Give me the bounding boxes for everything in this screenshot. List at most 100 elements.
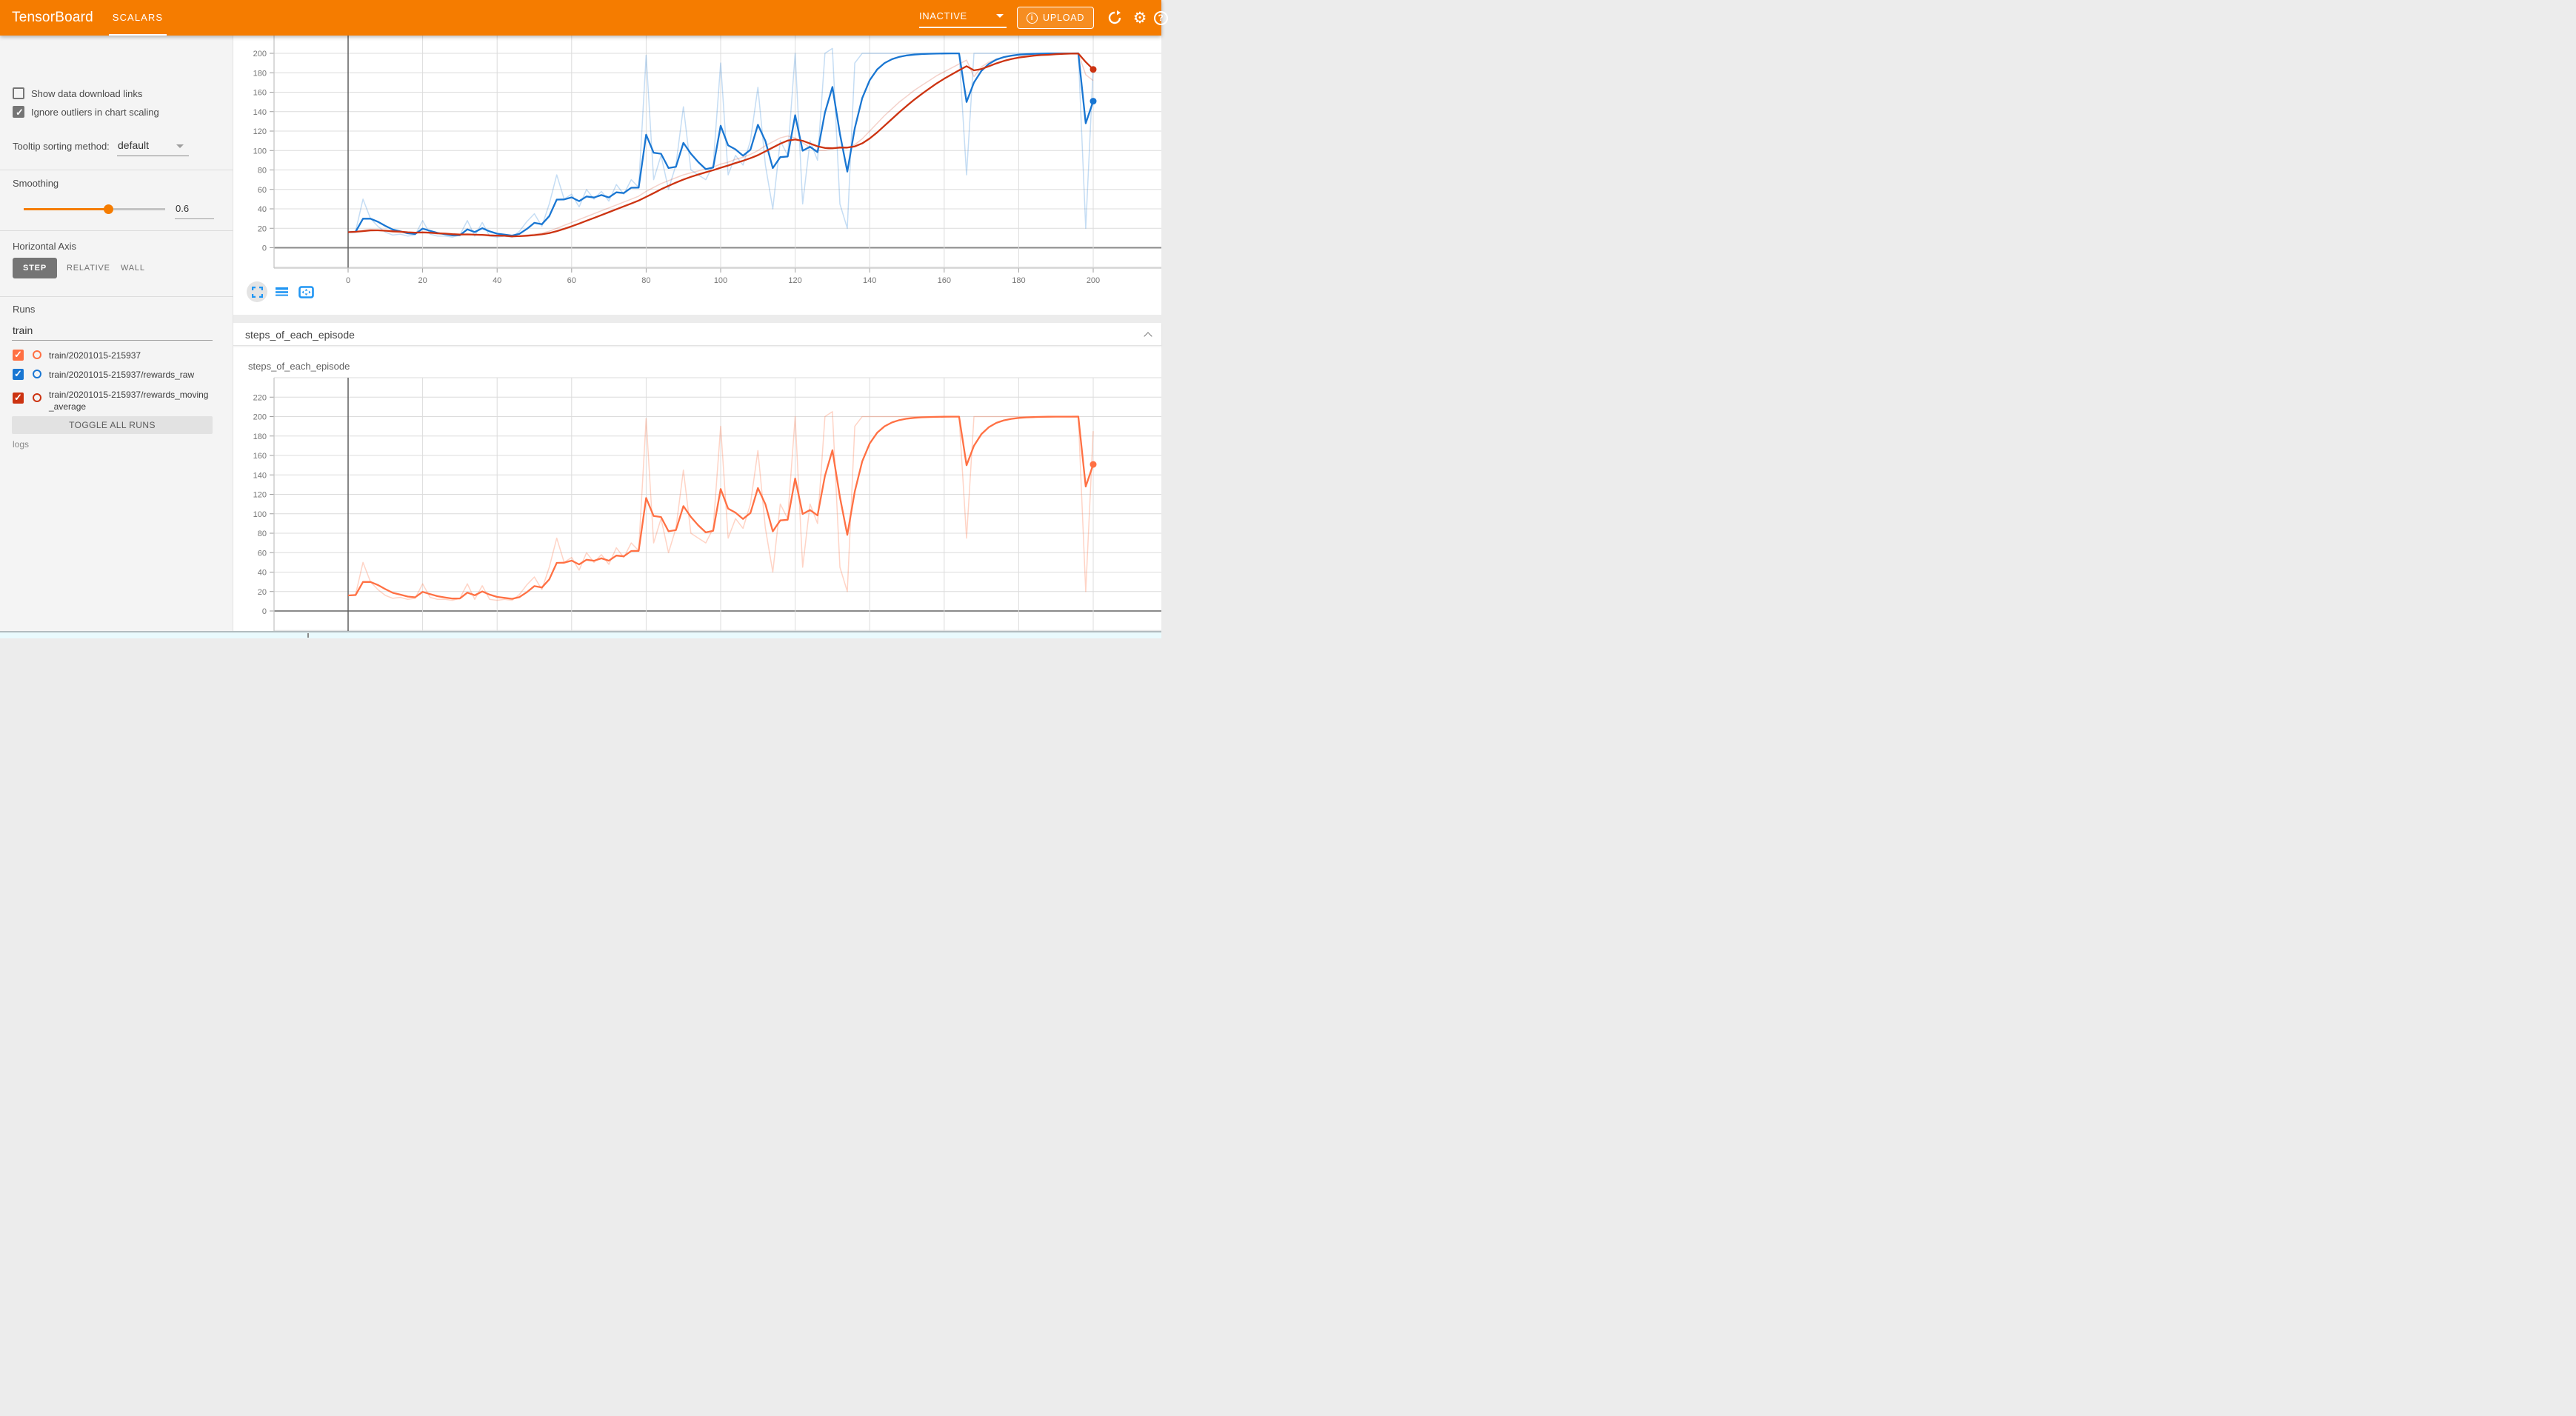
chart-toolbar	[247, 281, 316, 302]
run-color-circle	[33, 350, 41, 359]
tensorboard-app: TensorBoard SCALARS INACTIVE i UPLOAD ⚙ …	[0, 0, 1161, 638]
run-color-circle	[33, 393, 41, 402]
svg-text:100: 100	[253, 510, 267, 519]
app-header: TensorBoard SCALARS INACTIVE i UPLOAD ⚙ …	[0, 0, 1161, 36]
app-title: TensorBoard	[12, 0, 93, 36]
run-checkbox[interactable]: ✓	[13, 393, 24, 404]
svg-text:180: 180	[253, 69, 267, 78]
svg-text:120: 120	[253, 491, 267, 500]
rewards-chart[interactable]: 0 20 40 60 80 100 120 140 160 180 200 0 20 40 60 80 100 1…	[233, 36, 1161, 315]
svg-text:60: 60	[258, 549, 267, 558]
checkbox-show-download-links[interactable]	[13, 87, 24, 99]
tooltip-sort-label: Tooltip sorting method:	[13, 141, 110, 152]
run-color-circle	[33, 370, 41, 378]
svg-text:20: 20	[418, 276, 427, 285]
horizontal-axis-label: Horizontal Axis	[13, 241, 76, 252]
data-table-icon[interactable]	[271, 281, 292, 302]
help-question-glyph: ?	[1154, 11, 1168, 25]
status-dropdown-underline	[919, 27, 1007, 28]
svg-text:140: 140	[253, 471, 267, 480]
svg-text:120: 120	[788, 276, 801, 285]
axis-button-wall[interactable]: WALL	[121, 264, 145, 273]
smoothing-slider-fill	[24, 208, 109, 210]
svg-text:100: 100	[253, 147, 267, 156]
chevron-down-icon	[996, 14, 1004, 18]
check-icon: ✓	[16, 107, 24, 118]
svg-text:160: 160	[253, 452, 267, 461]
run-checkbox[interactable]: ✓	[13, 350, 24, 361]
tab-active-underline	[109, 34, 167, 36]
svg-text:140: 140	[863, 276, 876, 285]
smoothing-label: Smoothing	[13, 178, 59, 189]
steps-chart-card: steps_of_each_episode 020406080100120140…	[233, 346, 1161, 638]
svg-text:40: 40	[493, 276, 501, 285]
svg-text:80: 80	[258, 530, 267, 538]
section-header-steps-of-each-episode[interactable]: steps_of_each_episode	[233, 323, 1161, 346]
svg-text:80: 80	[258, 167, 267, 176]
gear-icon[interactable]: ⚙	[1130, 0, 1149, 36]
svg-text:60: 60	[567, 276, 576, 285]
upload-button[interactable]: i UPLOAD	[1017, 7, 1094, 29]
svg-text:40: 40	[258, 569, 267, 578]
checkbox-ignore-outliers-label: Ignore outliers in chart scaling	[31, 107, 159, 118]
smoothing-value-underline	[175, 218, 214, 219]
toggle-all-runs-button[interactable]: TOGGLE ALL RUNS	[12, 416, 213, 434]
svg-text:0: 0	[262, 607, 267, 616]
checkbox-ignore-outliers[interactable]: ✓	[13, 106, 24, 118]
svg-text:20: 20	[258, 224, 267, 233]
runs-label: Runs	[13, 304, 35, 315]
svg-text:100: 100	[714, 276, 727, 285]
runs-filter-underline	[12, 340, 213, 341]
upload-button-label: UPLOAD	[1043, 13, 1084, 23]
runs-filter-input[interactable]: train	[13, 324, 33, 336]
status-dropdown[interactable]: INACTIVE	[919, 0, 1007, 36]
settings-sidebar: Show data download links ✓ Ignore outlie…	[0, 36, 233, 638]
chevron-up-icon[interactable]	[1145, 332, 1152, 339]
chevron-down-icon[interactable]	[176, 144, 184, 148]
svg-text:60: 60	[258, 186, 267, 195]
svg-text:200: 200	[253, 413, 267, 422]
svg-text:160: 160	[938, 276, 951, 285]
svg-text:200: 200	[1087, 276, 1100, 285]
info-icon: i	[1027, 13, 1038, 24]
bottom-cutoff-strip	[0, 631, 1161, 638]
check-icon: ✓	[14, 392, 22, 404]
svg-text:220: 220	[253, 393, 267, 402]
svg-text:80: 80	[641, 276, 650, 285]
axis-tick	[307, 633, 309, 638]
run-label: train/20201015-215937/rewards_raw	[49, 370, 213, 381]
run-label: train/20201015-215937/rewards_moving_ave…	[49, 390, 213, 413]
refresh-icon[interactable]	[1105, 0, 1124, 36]
svg-text:200: 200	[253, 50, 267, 59]
svg-text:120: 120	[253, 127, 267, 136]
steps-of-each-episode-chart[interactable]: 0 20 40 60 80 100 120 140 160 180 200 220	[233, 346, 1161, 638]
divider	[0, 296, 233, 297]
axis-button-relative[interactable]: RELATIVE	[67, 264, 110, 273]
logs-label: logs	[13, 439, 29, 450]
fit-domain-icon[interactable]	[296, 281, 316, 302]
status-dropdown-value: INACTIVE	[919, 10, 967, 21]
svg-text:40: 40	[258, 205, 267, 214]
rewards-chart-card: 0 20 40 60 80 100 120 140 160 180 200 0 20 40 60 80 100 1…	[233, 36, 1161, 315]
run-checkbox[interactable]: ✓	[13, 369, 24, 380]
svg-text:0: 0	[346, 276, 350, 285]
svg-text:0: 0	[262, 244, 267, 253]
check-icon: ✓	[14, 349, 22, 361]
divider	[0, 230, 233, 231]
smoothing-slider[interactable]	[24, 208, 165, 210]
tab-scalars[interactable]: SCALARS	[109, 0, 167, 36]
svg-text:180: 180	[1012, 276, 1025, 285]
help-icon[interactable]: ?	[1151, 0, 1170, 36]
tooltip-sort-select[interactable]: default	[118, 139, 149, 151]
axis-button-step[interactable]: STEP	[13, 258, 57, 278]
expand-chart-icon[interactable]	[247, 281, 267, 302]
run-row: ✓ train/20201015-215937/rewards_moving_a…	[0, 390, 233, 418]
run-row: ✓ train/20201015-215937	[0, 350, 233, 366]
tab-scalars-label: SCALARS	[113, 12, 163, 23]
smoothing-value-input[interactable]: 0.6	[176, 203, 189, 214]
svg-text:20: 20	[258, 588, 267, 597]
smoothing-slider-thumb[interactable]	[104, 204, 113, 214]
check-icon: ✓	[14, 368, 22, 380]
run-row: ✓ train/20201015-215937/rewards_raw	[0, 369, 233, 385]
svg-text:180: 180	[253, 433, 267, 441]
